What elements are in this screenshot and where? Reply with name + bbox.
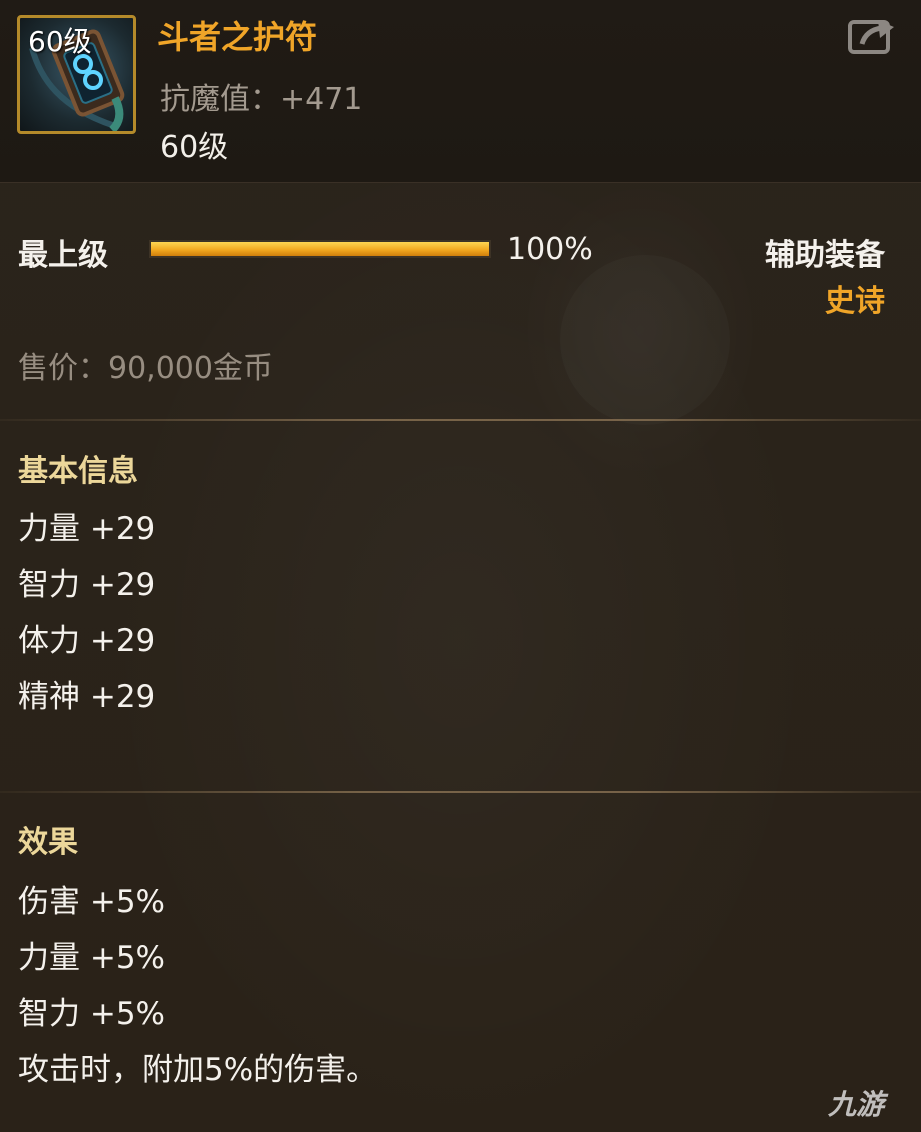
share-icon <box>848 20 894 54</box>
refine-progress-bar <box>149 240 491 258</box>
effect-item: 攻击时，附加5%的伤害。 <box>18 1052 378 1088</box>
item-header: 60级 斗者之护符 抗魔值：+471 60级 <box>0 0 921 183</box>
effect-item: 伤害 +5% <box>18 884 166 920</box>
item-required-level: 60级 <box>160 130 229 165</box>
basic-info-title: 基本信息 <box>18 454 138 489</box>
equipment-type: 辅助装备 <box>765 238 885 273</box>
effects-list: 伤害 +5% 力量 +5% 智力 +5% 攻击时，附加5%的伤害。 <box>18 874 377 1098</box>
item-tooltip-panel: 60级 斗者之护符 抗魔值：+471 60级 最上级 100% 辅助装备 史诗 … <box>0 0 921 1132</box>
divider <box>0 419 921 421</box>
effect-item: 智力 +5% <box>18 996 166 1032</box>
site-watermark: 九游 <box>828 1088 885 1121</box>
amulet-icon[interactable]: 60级 <box>17 15 136 134</box>
basic-stats-list: 力量 +29 智力 +29 体力 +29 精神 +29 <box>18 501 155 725</box>
effects-title: 效果 <box>18 825 78 860</box>
item-name: 斗者之护符 <box>157 18 318 56</box>
basic-stat-item: 精神 +29 <box>18 679 156 715</box>
basic-stat-item: 体力 +29 <box>18 623 156 659</box>
share-button[interactable] <box>848 16 898 56</box>
refine-progress-text: 100% <box>507 232 593 267</box>
effect-item: 力量 +5% <box>18 940 166 976</box>
equipment-quality: 史诗 <box>825 284 885 319</box>
sell-price: 售价：90,000金币 <box>18 351 273 386</box>
background-emblem-decoration <box>560 255 730 425</box>
refine-level-label: 最上级 <box>18 238 108 273</box>
item-main-stat: 抗魔值：+471 <box>160 82 363 117</box>
refine-progress-fill <box>151 242 489 256</box>
divider <box>0 791 921 793</box>
item-icon-level-badge: 60级 <box>28 25 92 58</box>
basic-stat-item: 智力 +29 <box>18 567 156 603</box>
basic-stat-item: 力量 +29 <box>18 511 156 547</box>
